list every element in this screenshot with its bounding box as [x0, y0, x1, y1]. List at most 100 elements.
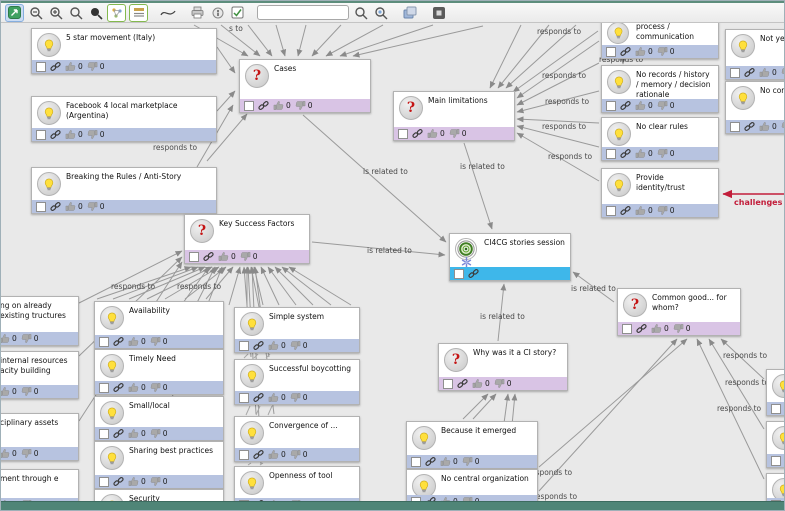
link-icon[interactable] — [468, 268, 479, 279]
link-icon[interactable] — [636, 323, 647, 334]
thumbs-down-icon[interactable] — [87, 129, 98, 140]
focus-node-button[interactable] — [430, 5, 447, 21]
thumbs-up-icon[interactable] — [128, 476, 139, 487]
select-checkbox[interactable] — [99, 476, 109, 487]
select-checkbox[interactable] — [411, 456, 421, 467]
link-icon[interactable] — [457, 378, 468, 389]
node-no-records-history[interactable]: No records / history / memory / decision… — [601, 65, 719, 113]
link-icon[interactable] — [203, 251, 214, 262]
thumbs-up-icon[interactable] — [635, 100, 646, 111]
link-icon[interactable] — [744, 121, 755, 132]
thumbs-down-icon[interactable] — [657, 100, 668, 111]
select-checkbox[interactable] — [443, 378, 453, 389]
select-checkbox[interactable] — [244, 100, 254, 111]
thumbs-down-icon[interactable] — [87, 61, 98, 72]
thumbs-up-icon[interactable] — [218, 251, 229, 262]
select-checkbox[interactable] — [606, 205, 616, 216]
thumbs-up-icon[interactable] — [128, 336, 139, 347]
thumbs-down-icon[interactable] — [21, 448, 32, 459]
node-internal-resources[interactable]: internal resources acity building 00 — [1, 351, 79, 399]
pan-tool-button[interactable] — [5, 3, 24, 22]
node-5-star-movement[interactable]: 5 star movement (Italy) 00 — [31, 28, 217, 74]
select-checkbox[interactable] — [239, 340, 249, 351]
link-icon[interactable] — [620, 205, 631, 216]
thumbs-up-icon[interactable] — [427, 128, 438, 139]
advanced-search-icon[interactable] — [372, 5, 389, 21]
node-already-existing-structures[interactable]: ng on already existing tructures 00 — [1, 296, 79, 346]
zoom-in-button[interactable] — [47, 5, 64, 21]
link-icon[interactable] — [253, 392, 264, 403]
thumbs-up-icon[interactable] — [128, 382, 139, 393]
select-checkbox[interactable] — [606, 46, 616, 57]
node-facebook-4-local-marketplace[interactable]: Facebook 4 local marketplace (Argentina)… — [31, 96, 217, 142]
select-checkbox[interactable] — [36, 129, 46, 140]
node-why-ci-story[interactable]: ? Why was it a CI story? 00 — [438, 343, 568, 391]
thumbs-up-icon[interactable] — [128, 428, 139, 439]
node-cases[interactable]: ? Cases 00 — [239, 59, 371, 113]
thumbs-up-icon[interactable] — [268, 449, 279, 460]
thumbs-down-icon[interactable] — [657, 205, 668, 216]
select-checkbox[interactable] — [239, 449, 249, 460]
node-small-local[interactable]: Small/local 00 — [94, 396, 224, 441]
thumbs-up-icon[interactable] — [651, 323, 662, 334]
select-checkbox[interactable] — [239, 392, 249, 403]
thumbs-up-icon[interactable] — [635, 148, 646, 159]
thumbs-down-icon[interactable] — [290, 340, 301, 351]
select-checkbox[interactable] — [730, 121, 740, 132]
node-right-edge-1[interactable]: 0 — [766, 369, 784, 416]
node-timely-need[interactable]: Timely Need 00 — [94, 349, 224, 395]
select-checkbox[interactable] — [99, 428, 109, 439]
node-process-communication[interactable]: process / communication 00 — [601, 17, 719, 59]
select-checkbox[interactable] — [36, 61, 46, 72]
node-not-yet[interactable]: Not yet 00 — [725, 29, 784, 80]
thumbs-down-icon[interactable] — [657, 148, 668, 159]
link-icon[interactable] — [50, 129, 61, 140]
link-icon[interactable] — [113, 382, 124, 393]
thumbs-up-icon[interactable] — [635, 46, 646, 57]
zoom-reset-button[interactable] — [67, 5, 84, 21]
thumbs-up-icon[interactable] — [472, 378, 483, 389]
map-view-toggle-button[interactable] — [107, 3, 126, 22]
node-convergence[interactable]: Convergence of ... 00 — [234, 416, 360, 462]
thumbs-down-icon[interactable] — [290, 449, 301, 460]
thumbs-down-icon[interactable] — [87, 201, 98, 212]
node-provide-identity-trust[interactable]: Provide identity/trust 00 — [601, 168, 719, 218]
print-button[interactable] — [189, 5, 206, 21]
thumbs-up-icon[interactable] — [0, 448, 10, 459]
thumbs-down-icon[interactable] — [673, 323, 684, 334]
thumbs-up-icon[interactable] — [440, 456, 451, 467]
link-icon[interactable] — [412, 128, 423, 139]
thumbs-down-icon[interactable] — [240, 251, 251, 262]
select-checkbox[interactable] — [454, 268, 464, 279]
link-icon[interactable] — [50, 201, 61, 212]
thumbs-down-icon[interactable] — [290, 392, 301, 403]
thumbs-down-icon[interactable] — [295, 100, 306, 111]
link-icon[interactable] — [620, 148, 631, 159]
zoom-area-button[interactable] — [87, 5, 104, 21]
thumbs-down-icon[interactable] — [781, 121, 785, 132]
link-icon[interactable] — [744, 67, 755, 78]
thumbs-up-icon[interactable] — [65, 201, 76, 212]
link-icon[interactable] — [620, 46, 631, 57]
thumbs-down-icon[interactable] — [150, 428, 161, 439]
layers-icon[interactable] — [401, 5, 418, 21]
node-simple-system[interactable]: Simple system 00 — [234, 307, 360, 353]
search-input[interactable] — [257, 5, 349, 20]
thumbs-down-icon[interactable] — [150, 382, 161, 393]
thumbs-up-icon[interactable] — [759, 121, 770, 132]
thumbs-up-icon[interactable] — [268, 392, 279, 403]
zoom-out-button[interactable] — [27, 5, 44, 21]
node-key-success-factors[interactable]: ? Key Success Factors 00 — [184, 214, 310, 264]
thumbs-up-icon[interactable] — [65, 129, 76, 140]
select-checkbox[interactable] — [730, 67, 740, 78]
thumbs-up-icon[interactable] — [635, 205, 646, 216]
thumbs-up-icon[interactable] — [759, 67, 770, 78]
text-view-toggle-button[interactable] — [129, 3, 148, 22]
link-icon[interactable] — [113, 428, 124, 439]
node-breaking-the-rules[interactable]: Breaking the Rules / Anti-Story 00 — [31, 167, 217, 214]
link-icon[interactable] — [113, 476, 124, 487]
link-icon[interactable] — [258, 100, 269, 111]
thumbs-down-icon[interactable] — [462, 456, 473, 467]
select-checkbox[interactable] — [622, 323, 632, 334]
select-checkbox[interactable] — [606, 148, 616, 159]
